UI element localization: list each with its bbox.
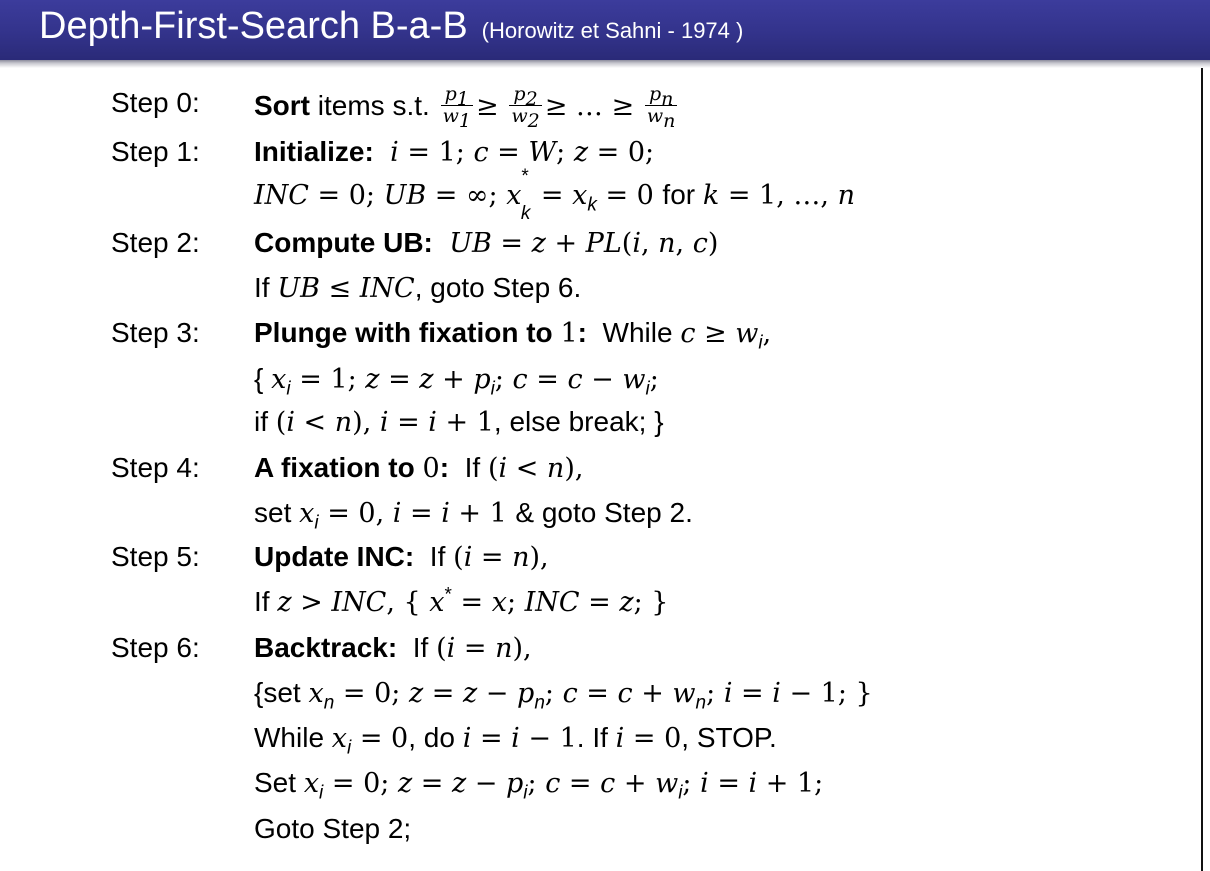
- step-0-text: items s.t.: [317, 89, 430, 121]
- step-4-line-2: set xi = 0, i = i + 1 & goto Step 2.: [254, 497, 693, 534]
- fraction-p1-w1: p1 w1: [440, 83, 473, 132]
- step-3-label: Step 3:: [111, 317, 200, 348]
- step-5-if-word: If: [429, 541, 446, 572]
- step-3-heading: Plunge with fixation to: [254, 317, 553, 348]
- title-shadow: [0, 60, 1210, 68]
- step-4-body: A fixation to 0: If (i < n),: [254, 452, 584, 484]
- step-6-if-word-2: . If: [576, 722, 608, 753]
- slide-title-main: Depth-First-Search B-a-B: [39, 5, 468, 47]
- step-4-set-word: set: [254, 497, 292, 528]
- fraction-pn-wn: pn wn: [644, 83, 678, 132]
- step-2-line-2: If UB ≤ INC, goto Step 6.: [254, 272, 582, 304]
- step-1-line-2: INC = 0; UB = ∞; x*k = xk = 0 for k = 1,…: [254, 165, 855, 224]
- step-6-body: Backtrack: If (i = n),: [254, 632, 532, 664]
- step-3-line-3: if (i < n), i = i + 1, else break; }: [254, 406, 664, 438]
- step-6-set-cap: Set: [254, 767, 297, 798]
- fraction-p2-w2: p2 w2: [509, 83, 542, 132]
- step-3-line-2: { xi = 1; z = z + pi; c = c − wi;: [254, 363, 659, 400]
- step-5-body: Update INC: If (i = n),: [254, 541, 549, 573]
- step-3-body: Plunge with fixation to 1: While c ≥ wi,: [254, 317, 772, 354]
- step-1-formula-a: i: [381, 137, 399, 168]
- step-4-if-word: If: [464, 452, 481, 483]
- step-5-line-2: If z > INC, { x* = x; INC = z; }: [254, 584, 669, 618]
- step-4-goto-text: & goto Step 2.: [515, 497, 693, 528]
- step-1-heading: Initialize:: [254, 136, 374, 167]
- step-6-set-brace: {set: [254, 677, 301, 708]
- step-6-stop: , STOP.: [681, 722, 777, 753]
- step-0-body: Sort items s.t. p1 w1 ≥ p2 w2 ≥ … ≥ pn wn: [254, 83, 678, 132]
- step-5-heading: Update INC:: [254, 541, 415, 572]
- step-1-body: Initialize: i = 1; c = W; z = 0;: [254, 136, 655, 168]
- step-0-label: Step 0:: [111, 87, 200, 118]
- step-2-if-word: If: [254, 272, 270, 303]
- step-0-heading: Sort: [254, 89, 310, 121]
- step-3-while-word: While: [602, 317, 673, 348]
- step-5-if-word-2: If: [254, 586, 270, 617]
- step-6-if-word: If: [412, 632, 429, 663]
- step-1-for-word: for: [662, 179, 696, 210]
- step-5-label: Step 5:: [111, 541, 200, 572]
- step-6-do-word: , do: [408, 722, 455, 753]
- step-6-label: Step 6:: [111, 632, 200, 663]
- step-3-if-word: if: [254, 406, 268, 437]
- step-6-while-word: While: [254, 722, 325, 753]
- step-2-goto-text: , goto Step 6.: [414, 272, 582, 303]
- step-4-label: Step 4:: [111, 452, 200, 483]
- right-border-line: [1201, 68, 1203, 871]
- slide-title-subtitle: (Horowitz et Sahni - 1974 ): [481, 18, 744, 43]
- step-4-heading: A fixation to: [254, 452, 415, 483]
- step-6-line-5: Goto Step 2;: [254, 813, 412, 844]
- step-2-body: Compute UB: UB = z + PL(i, n, c): [254, 227, 719, 259]
- step-6-line-3: While xi = 0, do i = i − 1. If i = 0, ST…: [254, 722, 777, 759]
- step-3-else-break: , else break; }: [493, 406, 664, 437]
- step-2-label: Step 2:: [111, 227, 200, 258]
- step-6-heading: Backtrack:: [254, 632, 398, 663]
- step-6-line-2: {set xn = 0; z = z − pn; c = c + wn; i =…: [254, 677, 873, 714]
- slide-title: Depth-First-Search B-a-B (Horowitz et Sah…: [39, 5, 743, 48]
- step-6-line-4: Set xi = 0; z = z − pi; c = c + wi; i = …: [254, 767, 824, 804]
- step-1-label: Step 1:: [111, 136, 200, 167]
- step-2-heading: Compute UB:: [254, 227, 433, 258]
